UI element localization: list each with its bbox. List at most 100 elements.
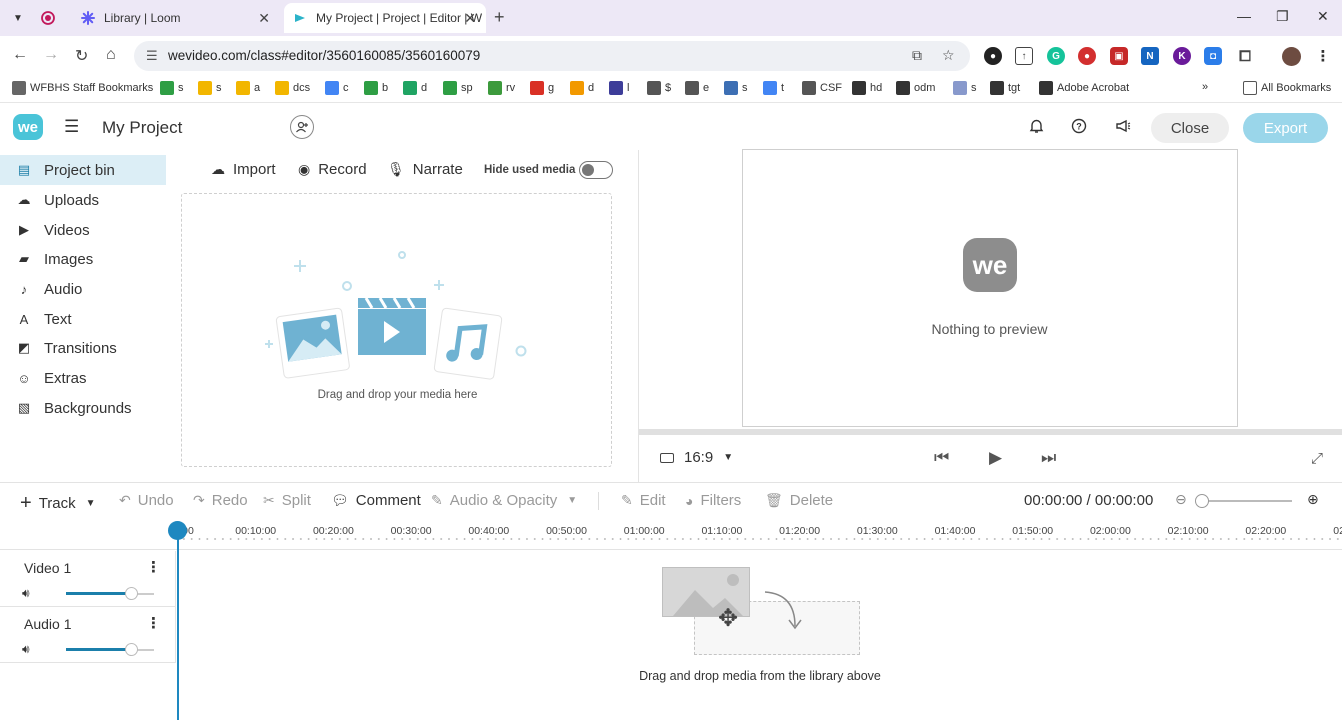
sidebar-item-images[interactable]: ▰ Images xyxy=(0,244,166,274)
split-button[interactable]: ✂ Split xyxy=(263,492,311,509)
filters-button[interactable]: ◕ Filters xyxy=(685,492,741,509)
delete-button[interactable]: 🗑︎ Delete xyxy=(765,492,833,509)
bookmark-item[interactable]: s xyxy=(160,81,184,95)
help-icon[interactable]: ? xyxy=(1071,118,1087,138)
hide-used-media-toggle[interactable] xyxy=(579,161,613,179)
track-name[interactable]: Audio 1 xyxy=(24,616,71,632)
notifications-bell-icon[interactable] xyxy=(1029,118,1044,138)
back-icon[interactable]: ← xyxy=(12,46,28,64)
bookmark-item[interactable]: odm xyxy=(896,81,935,95)
maximize-icon[interactable]: ❐ xyxy=(1276,8,1289,25)
audio-opacity-button[interactable]: ✎ Audio & Opacity ▼ xyxy=(431,492,577,509)
bookmark-item[interactable]: $ xyxy=(647,81,671,95)
zoom-out-icon[interactable]: ⊖ xyxy=(1175,491,1187,508)
undo-button[interactable]: ↶ Undo xyxy=(119,492,174,509)
extension-off-icon[interactable]: ▣ xyxy=(1110,47,1128,65)
add-track-button[interactable]: + Track ▼ xyxy=(20,492,96,515)
bookmark-item[interactable]: e xyxy=(685,81,709,95)
bookmark-item[interactable]: t xyxy=(763,81,784,95)
zoom-in-icon[interactable]: ⊕ xyxy=(1307,491,1319,508)
bookmark-item[interactable]: d xyxy=(570,81,594,95)
sidebar-item-text[interactable]: A Text xyxy=(0,304,166,334)
bookmark-item[interactable]: s xyxy=(953,81,977,95)
install-app-icon[interactable]: ⧉ xyxy=(912,47,922,64)
zoom-slider-handle[interactable] xyxy=(1195,494,1209,508)
preview-seek-bar[interactable] xyxy=(639,429,1342,435)
media-dropzone[interactable]: Drag and drop your media here xyxy=(181,193,612,467)
screencast-icon[interactable]: ◘ xyxy=(1204,47,1222,65)
bookmark-item[interactable]: s xyxy=(198,81,222,95)
sidebar-item-backgrounds[interactable]: ▧ Backgrounds xyxy=(0,393,166,423)
bookmark-item[interactable]: g xyxy=(530,81,554,95)
bookmark-item[interactable]: b xyxy=(364,81,388,95)
tab-wevideo[interactable]: My Project | Project | Editor | W ✕ xyxy=(284,3,486,33)
extension-n-icon[interactable]: N xyxy=(1141,47,1159,65)
bookmark-item[interactable]: CSF xyxy=(802,81,842,95)
site-settings-icon[interactable]: ☰ xyxy=(146,48,158,64)
grammarly-icon[interactable]: G xyxy=(1047,47,1065,65)
window-close-icon[interactable]: ✕ xyxy=(1317,8,1329,25)
bookmark-item[interactable]: dcs xyxy=(275,81,310,95)
volume-slider[interactable] xyxy=(66,643,154,656)
edit-button[interactable]: ✎ Edit xyxy=(621,492,666,509)
bookmark-item[interactable]: rv xyxy=(488,81,515,95)
volume-icon[interactable]: 🔊︎ xyxy=(22,642,30,657)
new-tab-icon[interactable]: + xyxy=(494,7,505,28)
bookmarks-overflow-icon[interactable]: » xyxy=(1202,81,1208,93)
aspect-ratio-select[interactable]: 16:9 ▼ xyxy=(660,449,733,466)
add-collaborator-icon[interactable] xyxy=(290,115,314,139)
sidebar-item-extras[interactable]: ☺ Extras xyxy=(0,363,166,393)
announcements-megaphone-icon[interactable] xyxy=(1115,118,1131,138)
sidebar-item-project-bin[interactable]: ▤ Project bin xyxy=(0,155,166,185)
minimize-icon[interactable]: — xyxy=(1237,8,1251,24)
close-icon[interactable]: ✕ xyxy=(258,10,270,27)
playhead-line[interactable] xyxy=(177,538,179,720)
close-button[interactable]: Close xyxy=(1151,113,1229,143)
bookmark-item[interactable]: a xyxy=(236,81,260,95)
sidebar-item-transitions[interactable]: ◩ Transitions xyxy=(0,333,166,363)
more-vertical-icon[interactable]: ⋮ xyxy=(146,558,161,576)
bookmark-item[interactable]: Adobe Acrobat xyxy=(1039,81,1129,95)
volume-handle[interactable] xyxy=(125,643,139,656)
skip-forward-icon[interactable]: ⏭ xyxy=(1041,448,1056,468)
more-vertical-icon[interactable]: ⋮ xyxy=(146,614,161,632)
tab-loom[interactable]: Library | Loom ✕ xyxy=(80,3,280,33)
wevideo-logo[interactable]: we xyxy=(13,114,43,140)
track-name[interactable]: Video 1 xyxy=(24,560,71,576)
project-title[interactable]: My Project xyxy=(102,118,182,138)
volume-slider[interactable] xyxy=(66,587,154,600)
import-button[interactable]: ☁ Import xyxy=(211,161,276,178)
export-button[interactable]: Export xyxy=(1243,113,1328,143)
zoom-slider[interactable] xyxy=(1198,500,1292,502)
skip-back-icon[interactable]: ⏮ xyxy=(934,448,949,468)
narrate-button[interactable]: 🎙 Narrate xyxy=(387,161,463,178)
bookmark-item[interactable]: s xyxy=(724,81,748,95)
tab-pinned[interactable] xyxy=(40,3,70,33)
bookmark-item[interactable]: tgt xyxy=(990,81,1020,95)
bookmark-item[interactable]: hd xyxy=(852,81,882,95)
bookmark-item[interactable]: d xyxy=(403,81,427,95)
play-icon[interactable]: ▶ xyxy=(989,448,1002,468)
bookmark-item[interactable]: c xyxy=(325,81,349,95)
profile-avatar[interactable] xyxy=(1282,47,1301,66)
tab-search-button[interactable]: ▼ xyxy=(6,6,30,30)
adblock-icon[interactable]: ● xyxy=(1078,47,1096,65)
volume-icon[interactable]: 🔊︎ xyxy=(22,586,30,601)
reload-icon[interactable]: ↻ xyxy=(75,46,88,66)
address-bar[interactable]: ☰ wevideo.com/class#editor/3560160085/35… xyxy=(134,41,970,71)
playhead-handle[interactable] xyxy=(168,521,187,540)
bookmark-star-icon[interactable]: ☆ xyxy=(942,47,955,64)
bookmark-item[interactable]: WFBHS Staff Bookmarks xyxy=(12,81,153,95)
kami-icon[interactable]: K xyxy=(1173,47,1191,65)
redo-button[interactable]: ↷ Redo xyxy=(193,492,248,509)
timeline-ruler[interactable]: 00 00:10:00 00:20:00 00:30:00 00:40:00 00:50:… xyxy=(0,518,1342,550)
extension-upload-icon[interactable]: ↑ xyxy=(1015,47,1033,65)
bookmark-item[interactable]: l xyxy=(609,81,629,95)
volume-handle[interactable] xyxy=(125,587,139,600)
sidebar-item-audio[interactable]: ♪ Audio xyxy=(0,274,166,304)
all-bookmarks-button[interactable]: All Bookmarks xyxy=(1243,81,1331,95)
home-icon[interactable]: ⌂ xyxy=(106,46,116,64)
record-button[interactable]: ◉ Record xyxy=(298,161,367,178)
bookmark-item[interactable]: sp xyxy=(443,81,473,95)
menu-icon[interactable]: ☰ xyxy=(64,117,79,137)
